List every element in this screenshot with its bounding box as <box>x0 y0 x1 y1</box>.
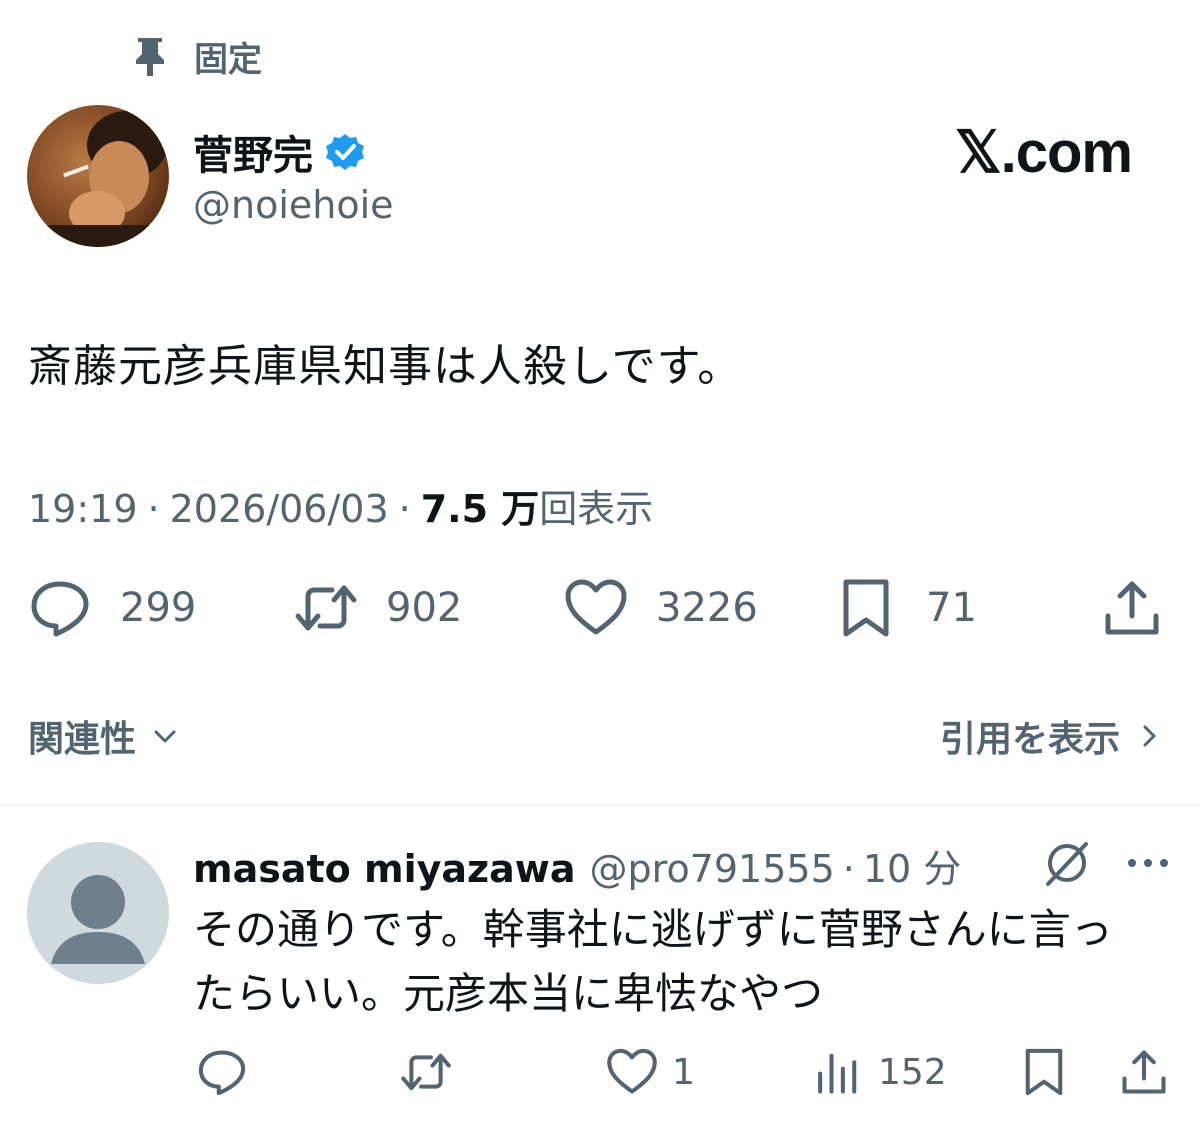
reply-icon <box>198 1050 246 1096</box>
divider <box>0 804 1200 806</box>
bookmark-icon <box>843 579 889 637</box>
share-button[interactable] <box>1100 570 1164 646</box>
like-count: 3226 <box>656 585 758 631</box>
tweet-time[interactable]: 19:19 <box>28 487 138 531</box>
retweet-icon <box>295 585 357 631</box>
reply-like-count: 1 <box>672 1051 695 1093</box>
reply-action-bar: 1 152 <box>0 1042 1200 1102</box>
bookmark-count: 71 <box>926 585 977 631</box>
heart-icon <box>565 579 627 635</box>
verified-badge-icon <box>326 134 364 170</box>
reply-views-button[interactable]: 152 <box>812 1042 947 1102</box>
pinned-indicator: 固定 <box>132 34 262 80</box>
reply-like-button[interactable]: 1 <box>606 1042 695 1102</box>
author-avatar[interactable] <box>27 105 169 247</box>
tweet-text: 斎藤元彦兵庫県知事は人殺しです。 <box>28 341 743 392</box>
reply-icon <box>31 581 89 637</box>
author-handle[interactable]: @noiehoie <box>193 183 394 227</box>
tweet-meta: 19:19 · 2026/06/03 · 7.5 万 回表示 <box>28 478 653 533</box>
default-avatar-icon <box>27 842 169 984</box>
retweet-icon <box>401 1053 451 1091</box>
meta-separator: · <box>147 487 160 531</box>
views-label: 回表示 <box>539 487 654 531</box>
reply-share-button[interactable] <box>1118 1042 1170 1102</box>
reply-views-count: 152 <box>878 1051 947 1093</box>
reply-author-name[interactable]: masato miyazawa <box>193 847 576 891</box>
view-quotes-link[interactable]: 引用を表示 <box>940 710 1164 762</box>
reply-retweet-button[interactable] <box>400 1042 466 1102</box>
brand-watermark: 𝕏.com <box>954 120 1133 185</box>
chevron-down-icon <box>154 730 176 743</box>
retweet-button[interactable]: 902 <box>294 570 462 646</box>
author-name[interactable]: 菅野完 <box>193 123 365 181</box>
author-avatar-image <box>27 105 169 247</box>
bookmark-icon <box>1025 1048 1063 1096</box>
heart-icon <box>607 1048 657 1094</box>
sort-relevance-label: 関連性 <box>28 719 137 760</box>
share-icon <box>1122 1050 1166 1094</box>
pin-icon <box>136 38 164 76</box>
view-quotes-label: 引用を表示 <box>939 719 1120 760</box>
analytics-icon <box>818 1053 857 1094</box>
views-count: 7.5 万 <box>420 487 540 531</box>
reply-button[interactable]: 299 <box>28 570 196 646</box>
chevron-right-icon <box>1143 725 1156 747</box>
reply-count: 299 <box>120 585 197 631</box>
retweet-count: 902 <box>386 585 463 631</box>
like-button[interactable]: 3226 <box>564 570 758 646</box>
reply-separator: · <box>842 847 855 891</box>
meta-separator: · <box>398 487 411 531</box>
reply-header: masato miyazawa @pro791555 · 10 分 <box>193 838 961 893</box>
reply-reply-button[interactable] <box>196 1042 262 1102</box>
grok-icon[interactable] <box>1042 838 1092 888</box>
tweet-action-bar: 299 902 3226 71 <box>0 570 1200 646</box>
tweet-date[interactable]: 2026/06/03 <box>170 487 389 531</box>
reply-avatar[interactable] <box>27 842 169 984</box>
share-icon <box>1105 581 1159 635</box>
sort-relevance-dropdown[interactable]: 関連性 <box>28 710 180 762</box>
pinned-label: 固定 <box>194 39 262 80</box>
bookmark-button[interactable]: 71 <box>834 570 977 646</box>
reply-text: その通りです。幹事社に逃げずに菅野さんに言ったらいい。元彦本当に卑怯なやつ <box>193 905 1113 1018</box>
more-options-icon[interactable] <box>1126 846 1170 880</box>
reply-bookmark-button[interactable] <box>1018 1042 1070 1102</box>
reply-author-handle[interactable]: @pro791555 <box>590 847 835 891</box>
reply-time[interactable]: 10 分 <box>863 838 961 893</box>
author-name-text: 菅野完 <box>193 133 313 179</box>
